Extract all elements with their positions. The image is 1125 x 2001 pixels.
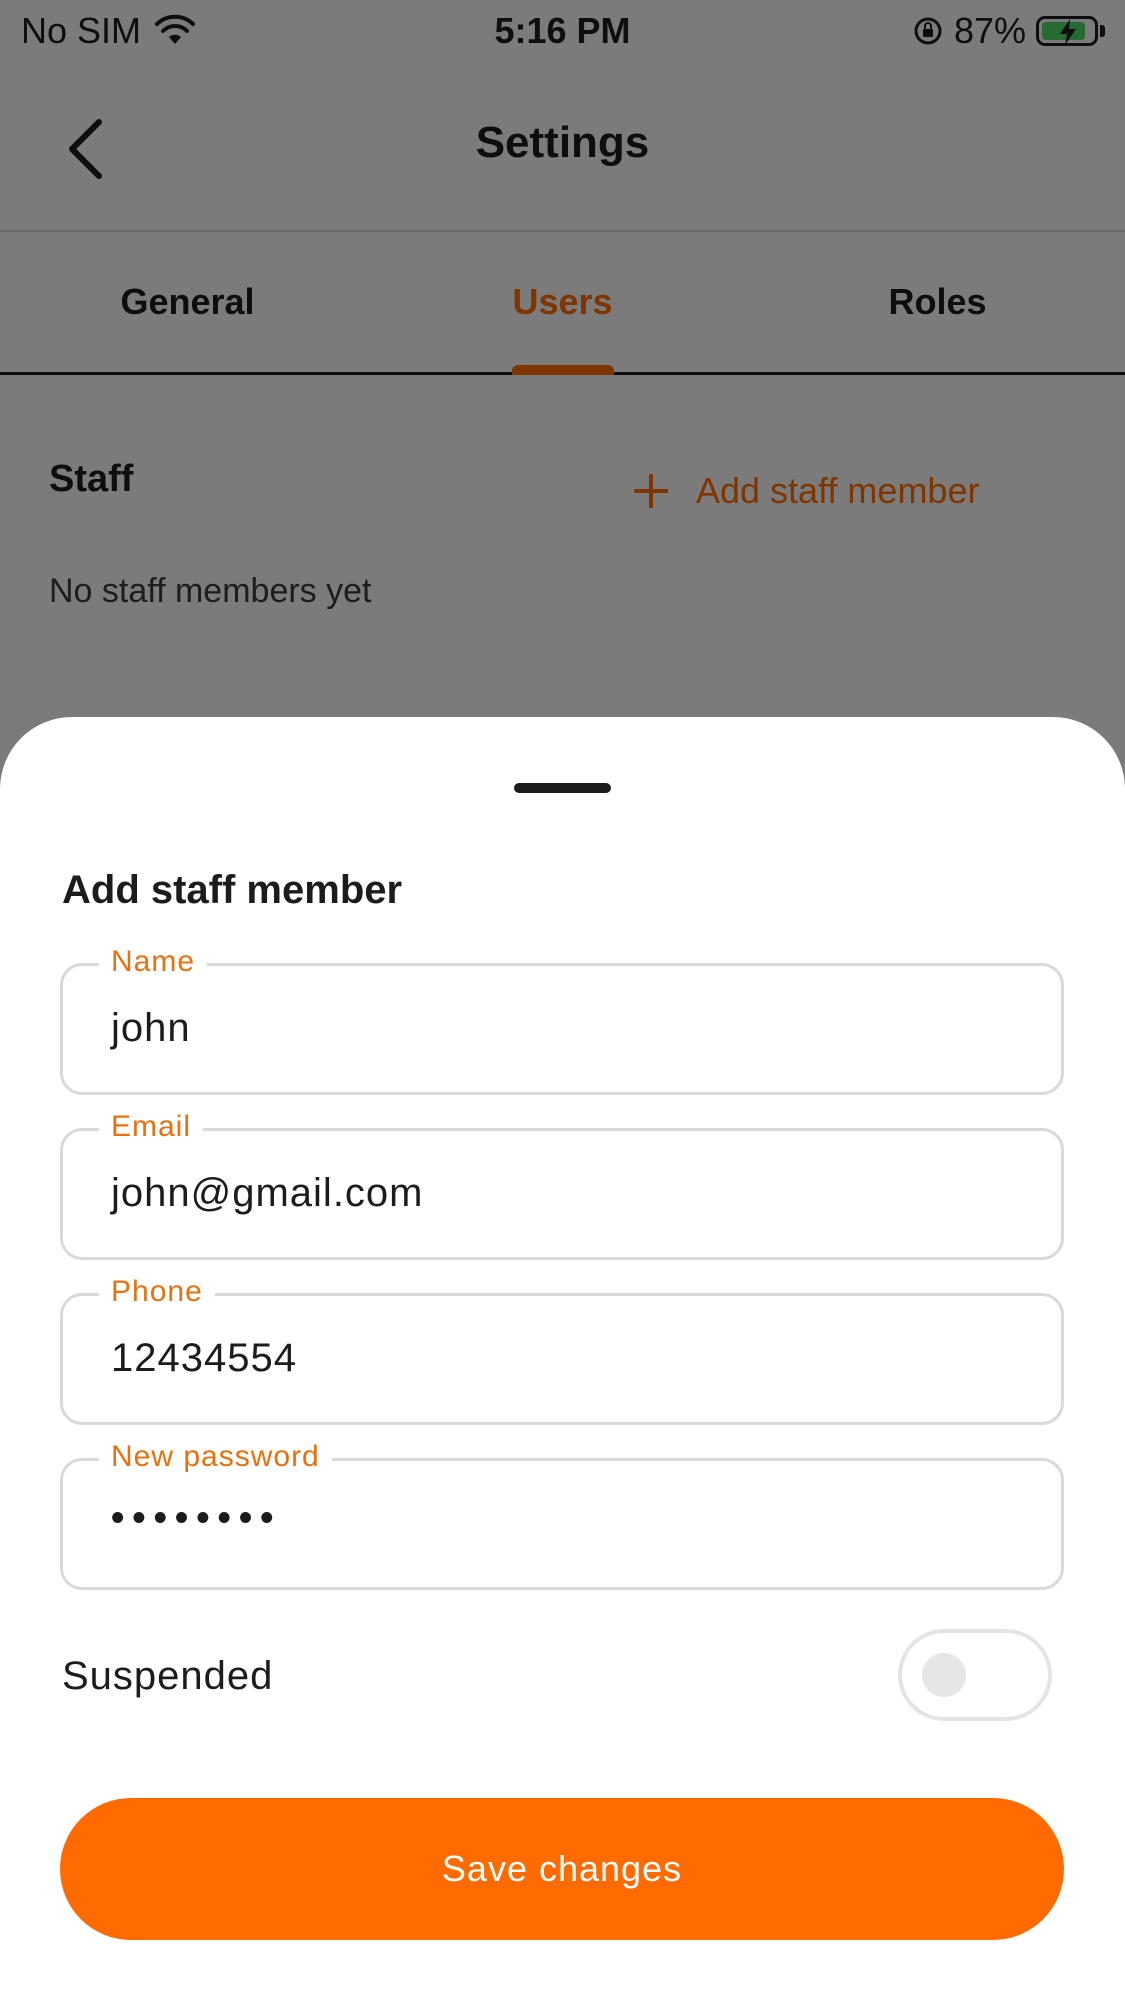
email-field-value: john@gmail.com <box>111 1171 424 1215</box>
save-button-label: Save changes <box>441 1848 683 1889</box>
suspended-label: Suspended <box>62 1654 274 1698</box>
suspended-toggle[interactable] <box>898 1629 1052 1721</box>
password-field-label: New password <box>99 1439 332 1475</box>
settings-screen: No SIM 5:16 PM 87% <box>0 0 1125 2001</box>
email-field-label: Email <box>99 1109 204 1145</box>
add-staff-sheet: Add staff member Name john Email john@gm… <box>0 717 1125 2001</box>
toggle-knob <box>922 1653 966 1697</box>
phone-field-value: 12434554 <box>111 1336 297 1380</box>
password-field[interactable]: New password •••••••• <box>60 1439 1064 1590</box>
name-field-label: Name <box>99 944 208 980</box>
phone-field[interactable]: Phone 12434554 <box>60 1274 1064 1425</box>
save-changes-button[interactable]: Save changes <box>60 1798 1064 1940</box>
sheet-title: Add staff member <box>62 868 403 912</box>
sheet-grabber[interactable] <box>514 783 611 793</box>
email-field[interactable]: Email john@gmail.com <box>60 1109 1064 1260</box>
phone-field-label: Phone <box>99 1274 215 1310</box>
name-field-value: john <box>111 1006 191 1050</box>
password-field-value: •••••••• <box>111 1497 282 1539</box>
name-field[interactable]: Name john <box>60 944 1064 1095</box>
